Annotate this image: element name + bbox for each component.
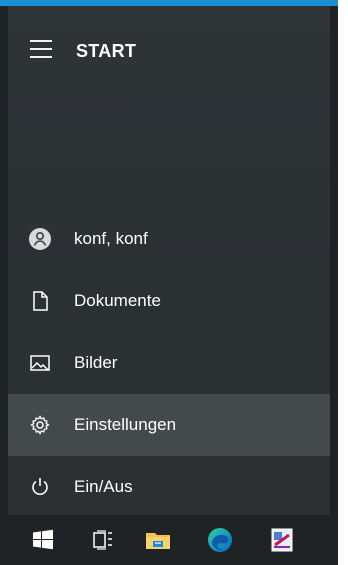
menu-item-power[interactable]: Ein/Aus xyxy=(8,456,330,518)
menu-label-user: konf, konf xyxy=(74,229,148,248)
file-explorer-icon[interactable] xyxy=(143,525,173,555)
power-icon xyxy=(28,475,52,499)
start-title: START xyxy=(76,41,137,61)
document-icon xyxy=(28,289,52,313)
start-menu-screen: START konf, konf Dokumente Bilder Einste… xyxy=(0,0,338,565)
menu-label-pictures: Bilder xyxy=(74,353,118,372)
hamburger-icon[interactable] xyxy=(30,40,52,58)
task-view-icon[interactable] xyxy=(88,525,118,555)
menu-label-settings: Einstellungen xyxy=(74,415,177,434)
menu-item-settings[interactable]: Einstellungen xyxy=(8,394,330,456)
taskbar xyxy=(0,515,338,565)
menu-item-documents[interactable]: Dokumente xyxy=(8,270,330,332)
user-avatar-icon xyxy=(28,227,52,251)
menu-item-user[interactable]: konf, konf xyxy=(8,208,330,270)
paint-app-icon[interactable] xyxy=(267,525,297,555)
start-header: START xyxy=(8,6,330,98)
start-menu-list: konf, konf Dokumente Bilder Einstellunge… xyxy=(8,208,330,518)
windows-logo-icon[interactable] xyxy=(28,525,58,555)
start-panel: START konf, konf Dokumente Bilder Einste… xyxy=(8,6,330,515)
gear-icon xyxy=(28,413,52,437)
edge-browser-icon[interactable] xyxy=(205,525,235,555)
menu-item-pictures[interactable]: Bilder xyxy=(8,332,330,394)
pictures-icon xyxy=(28,351,52,375)
menu-label-power: Ein/Aus xyxy=(74,477,133,496)
menu-label-documents: Dokumente xyxy=(74,291,161,310)
